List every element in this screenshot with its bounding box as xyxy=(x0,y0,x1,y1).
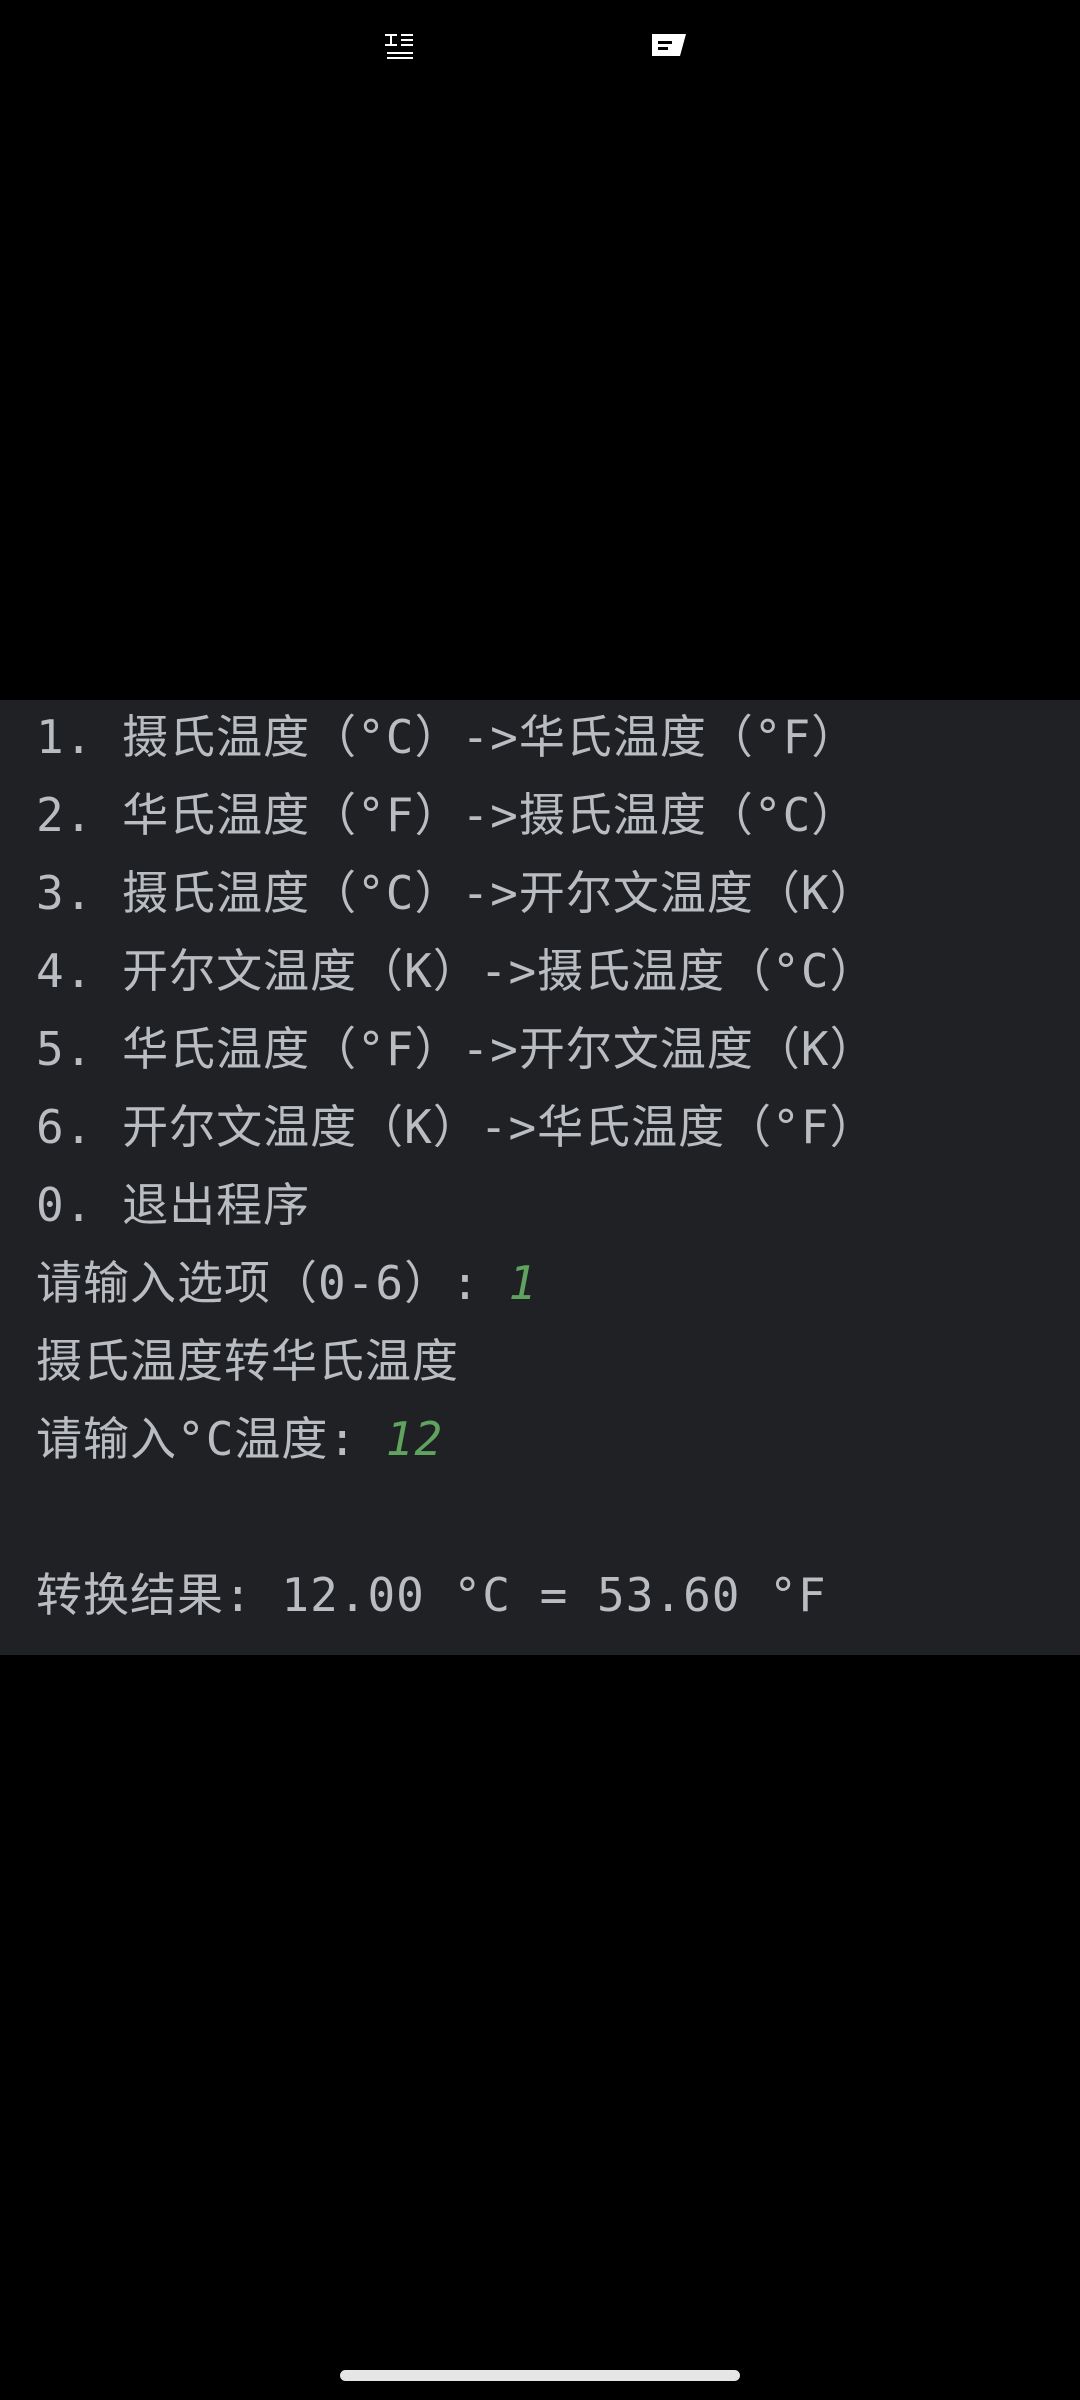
menu-option-6: 6. 开尔文温度（K）->华氏温度（°F） xyxy=(36,1092,877,1162)
menu-option-text: 开尔文温度（K）->摄氏温度（°C） xyxy=(122,944,877,998)
menu-option-number: 3. xyxy=(36,866,94,920)
phone-screen: 1. 摄氏温度（°C）->华氏温度（°F） 2. 华氏温度（°F）->摄氏温度（… xyxy=(0,0,1080,2400)
menu-option-2: 2. 华氏温度（°F）->摄氏温度（°C） xyxy=(36,780,858,850)
temperature-prompt: 请输入°C温度: xyxy=(36,1412,386,1466)
signal-status-icon xyxy=(383,30,417,62)
status-bar xyxy=(0,0,1080,90)
option-input-value: 1 xyxy=(508,1256,538,1310)
menu-option-number: 2. xyxy=(36,788,94,842)
temperature-prompt-line: 请输入°C温度: 12 xyxy=(36,1404,443,1474)
message-notification-icon xyxy=(648,32,690,58)
menu-option-text: 摄氏温度（°C）->开尔文温度（K） xyxy=(122,866,877,920)
mode-label: 摄氏温度转华氏温度 xyxy=(36,1334,459,1388)
temperature-input-value: 12 xyxy=(385,1412,444,1466)
option-prompt: 请输入选项（0-6）: xyxy=(36,1256,509,1310)
conversion-result: 转换结果: 12.00 °C = 53.60 °F xyxy=(36,1568,827,1622)
menu-option-text: 华氏温度（°F）->摄氏温度（°C） xyxy=(122,788,859,842)
menu-option-3: 3. 摄氏温度（°C）->开尔文温度（K） xyxy=(36,858,877,928)
menu-option-number: 6. xyxy=(36,1100,94,1154)
terminal-output-panel[interactable]: 1. 摄氏温度（°C）->华氏温度（°F） 2. 华氏温度（°F）->摄氏温度（… xyxy=(0,700,1080,1655)
home-indicator-bar[interactable] xyxy=(340,2370,740,2381)
menu-option-text: 摄氏温度（°C）->华氏温度（°F） xyxy=(122,710,859,764)
menu-option-text: 开尔文温度（K）->华氏温度（°F） xyxy=(122,1100,877,1154)
menu-option-text: 华氏温度（°F）->开尔文温度（K） xyxy=(122,1022,877,1076)
menu-option-number: 5. xyxy=(36,1022,94,1076)
menu-option-number: 1. xyxy=(36,710,94,764)
menu-option-number: 0. xyxy=(36,1178,94,1232)
menu-option-0: 0. 退出程序 xyxy=(36,1170,310,1240)
menu-option-4: 4. 开尔文温度（K）->摄氏温度（°C） xyxy=(36,936,877,1006)
option-prompt-line: 请输入选项（0-6）: 1 xyxy=(36,1248,537,1318)
menu-option-1: 1. 摄氏温度（°C）->华氏温度（°F） xyxy=(36,702,858,772)
menu-option-text: 退出程序 xyxy=(122,1178,311,1232)
menu-option-number: 4. xyxy=(36,944,94,998)
menu-option-5: 5. 华氏温度（°F）->开尔文温度（K） xyxy=(36,1014,877,1084)
